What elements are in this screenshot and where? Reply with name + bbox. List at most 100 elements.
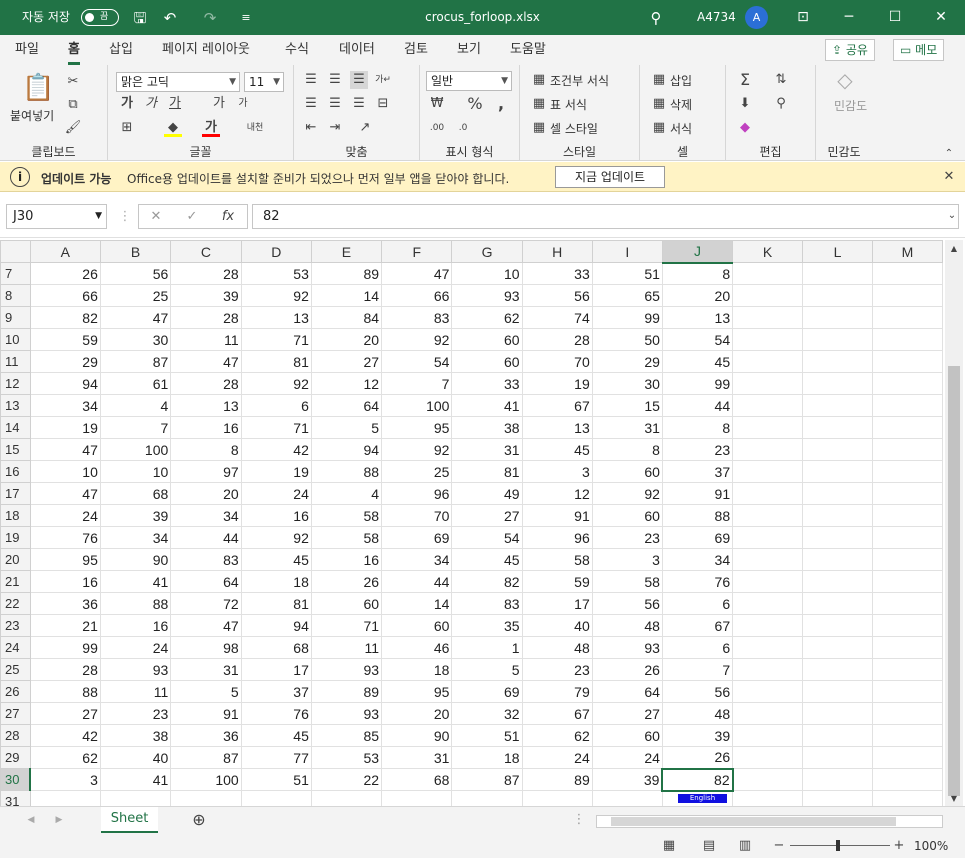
cell[interactable]: 60 xyxy=(591,724,663,747)
cell[interactable]: 60 xyxy=(591,504,663,527)
cell[interactable]: 93 xyxy=(99,658,172,681)
row-header[interactable]: 7 xyxy=(0,262,31,285)
cell[interactable]: 48 xyxy=(591,614,663,637)
column-header[interactable]: E xyxy=(310,240,383,263)
row-header[interactable]: 22 xyxy=(0,592,31,615)
cell[interactable]: 7 xyxy=(661,658,734,681)
font-size-dropdown[interactable]: 11 ▼ xyxy=(244,72,284,92)
cell[interactable]: 8 xyxy=(661,416,734,439)
cell[interactable]: 51 xyxy=(240,768,312,791)
cell[interactable]: 39 xyxy=(170,284,242,307)
cell[interactable]: 82 xyxy=(29,306,101,329)
cell[interactable]: 28 xyxy=(170,306,242,329)
minimize-icon[interactable]: ─ xyxy=(826,0,872,35)
cell[interactable]: 53 xyxy=(310,746,383,769)
cell[interactable]: 12 xyxy=(521,482,593,505)
cell[interactable]: 82 xyxy=(661,767,734,792)
cell[interactable]: 6 xyxy=(240,394,312,417)
zoom-slider-thumb[interactable] xyxy=(836,840,840,851)
cell[interactable]: 6 xyxy=(661,636,734,659)
next-sheet-icon[interactable]: ▶ xyxy=(50,811,68,829)
cell-styles-icon[interactable]: ▦ xyxy=(530,119,548,137)
cell[interactable] xyxy=(871,504,943,527)
select-all[interactable] xyxy=(0,240,31,263)
cell[interactable]: 48 xyxy=(661,702,734,725)
cell[interactable] xyxy=(871,548,943,571)
cell[interactable] xyxy=(871,658,943,681)
row-header[interactable]: 15 xyxy=(0,438,31,461)
cell[interactable]: 94 xyxy=(310,438,383,461)
cell[interactable]: 44 xyxy=(170,526,242,549)
cell[interactable] xyxy=(802,658,873,681)
cell[interactable]: 76 xyxy=(29,526,101,549)
cell[interactable] xyxy=(732,768,804,791)
cell[interactable]: 42 xyxy=(29,724,101,747)
cell[interactable] xyxy=(732,328,804,351)
cell[interactable]: 27 xyxy=(29,702,101,725)
cell[interactable] xyxy=(732,416,804,439)
cell[interactable] xyxy=(732,394,804,417)
cell[interactable]: 23 xyxy=(99,702,172,725)
cell[interactable]: 64 xyxy=(310,394,383,417)
cell[interactable]: 39 xyxy=(99,504,172,527)
tab-view[interactable]: 보기 xyxy=(457,35,481,65)
cell[interactable] xyxy=(802,636,873,659)
cell[interactable]: 56 xyxy=(521,284,593,307)
conditional-format-button[interactable]: 조건부 서식 xyxy=(550,72,609,89)
cell[interactable] xyxy=(802,724,873,747)
cell[interactable]: 89 xyxy=(310,262,383,285)
cell[interactable]: 60 xyxy=(451,350,523,373)
cell[interactable] xyxy=(732,746,804,769)
number-format-dropdown[interactable]: 일반 ▼ xyxy=(426,71,512,91)
cell[interactable]: 13 xyxy=(521,416,593,439)
cell[interactable]: 62 xyxy=(451,306,523,329)
cell[interactable]: 61 xyxy=(99,372,172,395)
cell[interactable] xyxy=(871,328,943,351)
currency-icon[interactable]: ₩ xyxy=(428,95,446,113)
cell[interactable]: 51 xyxy=(591,262,663,285)
cell[interactable]: 11 xyxy=(99,680,172,703)
tab-home[interactable]: 홈 xyxy=(68,35,80,65)
cell[interactable]: 98 xyxy=(170,636,242,659)
align-left-icon[interactable]: ☰ xyxy=(302,95,320,113)
row-header[interactable]: 11 xyxy=(0,350,31,373)
sort-filter-icon[interactable]: ⇅ xyxy=(772,71,790,89)
spreadsheet-grid[interactable]: ABCDEFGHIJKLM 7 26 56 28 53 89 47 10 33 51 8 8 66 25 3… xyxy=(0,240,943,810)
cell[interactable]: 4 xyxy=(310,482,383,505)
cell[interactable]: 34 xyxy=(29,394,101,417)
cell[interactable]: 4 xyxy=(99,394,172,417)
cell[interactable]: 45 xyxy=(240,548,312,571)
cell[interactable]: 18 xyxy=(381,658,453,681)
column-header[interactable]: I xyxy=(591,240,663,263)
cell[interactable]: 68 xyxy=(240,636,312,659)
cell[interactable]: 45 xyxy=(521,438,593,461)
cell[interactable]: 26 xyxy=(310,570,383,593)
vertical-scroll-thumb[interactable] xyxy=(948,366,960,796)
cell[interactable]: 33 xyxy=(451,372,523,395)
cell[interactable]: 45 xyxy=(451,548,523,571)
cell[interactable]: 76 xyxy=(661,570,734,593)
cell[interactable]: 35 xyxy=(451,614,523,637)
row-header[interactable]: 10 xyxy=(0,328,31,351)
add-sheet-icon[interactable]: ⊕ xyxy=(190,811,208,829)
cell[interactable] xyxy=(732,636,804,659)
cell[interactable]: 67 xyxy=(661,614,734,637)
cell[interactable]: 17 xyxy=(240,658,312,681)
cell[interactable]: 47 xyxy=(381,262,453,285)
cell[interactable]: 88 xyxy=(661,504,734,527)
cell[interactable]: 71 xyxy=(240,416,312,439)
cell[interactable]: 41 xyxy=(99,768,172,791)
delete-cells-button[interactable]: 삭제 xyxy=(670,96,692,113)
cell[interactable] xyxy=(732,548,804,571)
cell[interactable] xyxy=(732,658,804,681)
cell[interactable]: 24 xyxy=(29,504,101,527)
cut-icon[interactable]: ✂ xyxy=(64,73,82,91)
cell[interactable]: 7 xyxy=(381,372,453,395)
cell[interactable]: 88 xyxy=(29,680,101,703)
cell[interactable] xyxy=(732,724,804,747)
cell[interactable] xyxy=(871,438,943,461)
cell[interactable]: 27 xyxy=(591,702,663,725)
cell[interactable]: 67 xyxy=(521,394,593,417)
cell[interactable]: 64 xyxy=(170,570,242,593)
enter-icon[interactable]: ✓ xyxy=(183,208,201,226)
